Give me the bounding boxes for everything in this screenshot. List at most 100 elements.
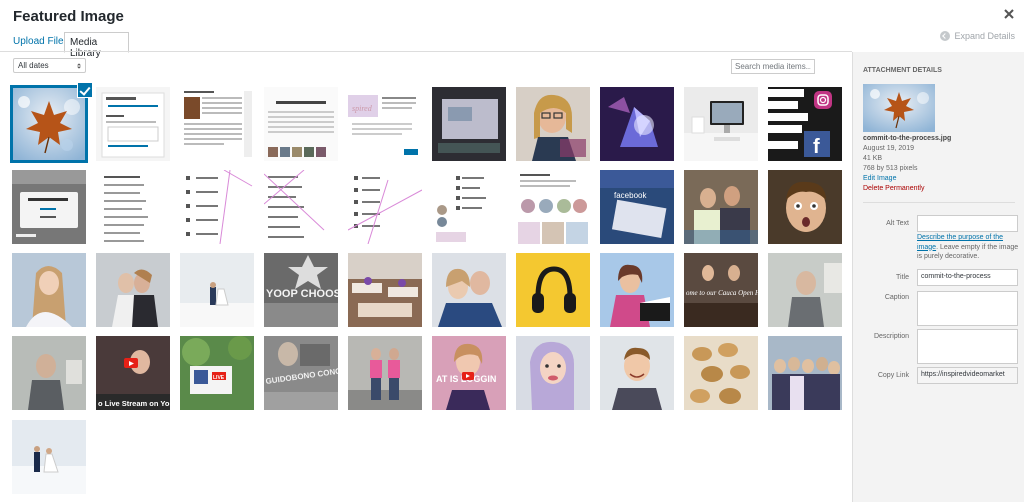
two-women-warehouse-photo <box>348 336 422 410</box>
wedding-couple-photo <box>96 253 170 327</box>
media-item[interactable] <box>96 253 170 327</box>
event-tables-photo <box>348 253 422 327</box>
alt-text-field[interactable] <box>917 215 1018 232</box>
media-item[interactable] <box>516 336 590 410</box>
attachment-preview <box>863 84 935 132</box>
media-item[interactable] <box>432 253 506 327</box>
media-item[interactable] <box>96 87 170 161</box>
media-item[interactable] <box>96 170 170 244</box>
media-tabs: Upload Files Media Library <box>0 32 852 59</box>
social-post-screenshot: spired <box>348 87 422 161</box>
media-item[interactable] <box>264 170 338 244</box>
media-item[interactable] <box>348 336 422 410</box>
tabs-divider <box>0 51 852 52</box>
caption-label: Caption <box>884 294 909 301</box>
attachment-date: August 19, 2019 <box>863 145 914 152</box>
media-item[interactable] <box>768 336 842 410</box>
facebook-word: facebook <box>614 191 647 200</box>
autumn-leaf-image <box>12 87 86 161</box>
office-man-photo <box>768 253 842 327</box>
svg-text:f: f <box>813 136 820 158</box>
media-item[interactable]: facebook <box>600 170 674 244</box>
media-item[interactable]: spired <box>348 87 422 161</box>
search-input[interactable] <box>731 59 815 74</box>
media-item[interactable] <box>684 336 758 410</box>
media-item[interactable] <box>600 87 674 161</box>
title-label: Title <box>896 274 909 281</box>
media-item[interactable]: YOOP CHOOSE <box>264 253 338 327</box>
media-item[interactable] <box>432 87 506 161</box>
snow-wedding-photo <box>12 420 86 494</box>
live-stream-video-thumb: o Live Stream on Yo <box>96 336 170 410</box>
alt-text-help: Describe the purpose of the image. Leave… <box>917 233 1021 262</box>
live-badge-text: LIVE <box>213 375 225 381</box>
close-icon[interactable] <box>1002 7 1016 21</box>
attachment-details-heading: ATTACHMENT DETAILS <box>863 67 942 74</box>
media-item[interactable] <box>600 336 674 410</box>
title-field[interactable]: commit-to-the-process <box>917 269 1018 286</box>
media-item[interactable] <box>516 253 590 327</box>
open-house-photo: ome to our Cauca Open House! <box>684 253 758 327</box>
media-item[interactable] <box>768 253 842 327</box>
chevron-left-icon <box>940 31 951 41</box>
caption-field[interactable] <box>917 291 1018 326</box>
media-item[interactable] <box>12 336 86 410</box>
media-item[interactable] <box>600 253 674 327</box>
media-item[interactable] <box>180 170 254 244</box>
selected-check-icon[interactable] <box>77 82 93 98</box>
group-photo <box>768 336 842 410</box>
media-item[interactable]: LIVE <box>180 336 254 410</box>
featured-image-screenshot <box>101 92 165 158</box>
attachment-filesize: 41 KB <box>863 155 883 162</box>
media-item[interactable] <box>432 170 506 244</box>
facebook-live-sign-photo: LIVE <box>180 336 254 410</box>
menu-list-screenshot <box>96 170 170 244</box>
media-item[interactable] <box>12 170 86 244</box>
media-item[interactable] <box>684 87 758 161</box>
copy-link-label: Copy Link <box>877 372 909 379</box>
media-item[interactable] <box>348 170 422 244</box>
attachment-filename: commit-to-the-process.jpg <box>863 135 952 142</box>
media-item[interactable]: GUIDOBONO CONCRETE, INC <box>264 336 338 410</box>
delete-permanently-link[interactable]: Delete Permanently <box>863 184 951 194</box>
media-item[interactable] <box>516 170 590 244</box>
media-item[interactable] <box>684 170 758 244</box>
media-item[interactable]: ome to our Cauca Open House! <box>684 253 758 327</box>
instagram-profile-screenshot <box>516 170 590 244</box>
account-list-screenshot <box>264 170 338 244</box>
description-field[interactable] <box>917 329 1018 364</box>
media-item[interactable] <box>516 87 590 161</box>
share-menu-screenshot <box>180 170 254 244</box>
snowy-couple-photo <box>180 253 254 327</box>
media-item[interactable] <box>348 253 422 327</box>
details-divider <box>863 202 1015 203</box>
surprised-boy-photo <box>768 170 842 244</box>
live-stream-text: o Live Stream on Yo <box>98 399 170 408</box>
media-item[interactable] <box>12 420 86 494</box>
profile-menu-screenshot <box>432 170 506 244</box>
tab-media-library[interactable]: Media Library <box>64 32 129 59</box>
modal-header: Featured Image <box>0 0 1024 33</box>
media-item[interactable] <box>180 253 254 327</box>
media-item[interactable] <box>12 253 86 327</box>
tab-upload-files[interactable]: Upload Files <box>13 32 69 52</box>
copy-link-field[interactable]: https://inspiredvideomarket <box>917 367 1018 384</box>
expand-details-button[interactable]: Expand Details <box>940 31 1015 41</box>
date-filter-select[interactable]: All dates <box>13 58 86 73</box>
media-item[interactable]: f <box>768 87 842 161</box>
media-item[interactable] <box>180 87 254 161</box>
facebook-screen-photo: facebook <box>600 170 674 244</box>
attachment-meta: commit-to-the-process.jpg August 19, 201… <box>863 134 951 194</box>
media-item[interactable]: o Live Stream on Yo <box>96 336 170 410</box>
dark-ui-screenshot <box>432 87 506 161</box>
media-item[interactable]: AT IS LOGGIN <box>432 336 506 410</box>
svg-text:spired: spired <box>352 104 373 113</box>
settings-menu-screenshot <box>348 170 422 244</box>
select-arrows-icon <box>77 63 81 69</box>
edit-image-link[interactable]: Edit Image <box>863 174 951 184</box>
pastries-photo <box>684 336 758 410</box>
media-item-selected[interactable] <box>10 85 88 163</box>
alt-text-label: Alt Text <box>886 220 909 227</box>
media-item[interactable] <box>264 87 338 161</box>
media-item[interactable] <box>768 170 842 244</box>
